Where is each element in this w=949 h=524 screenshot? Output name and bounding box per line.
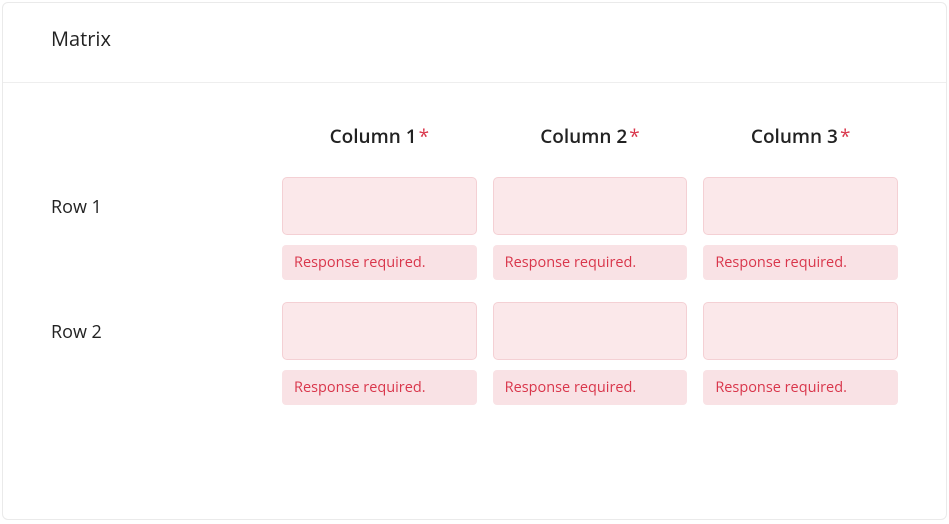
- required-star-icon: *: [629, 123, 639, 149]
- card-title: Matrix: [51, 25, 898, 52]
- cell-r2c3: Response required.: [703, 302, 898, 405]
- error-message: Response required.: [493, 370, 688, 405]
- matrix-body: Column 1* Column 2* Column 3* Row 1 Resp…: [3, 83, 946, 447]
- card-header: Matrix: [3, 3, 946, 83]
- column-label: Column 1: [330, 123, 417, 149]
- error-message: Response required.: [282, 245, 477, 280]
- error-message: Response required.: [493, 245, 688, 280]
- error-message: Response required.: [703, 245, 898, 280]
- error-message: Response required.: [703, 370, 898, 405]
- row-label-1: Row 1: [51, 177, 266, 219]
- column-label: Column 2: [540, 123, 627, 149]
- row-label-2: Row 2: [51, 302, 266, 344]
- matrix-input-r2c1[interactable]: [282, 302, 477, 360]
- cell-r1c3: Response required.: [703, 177, 898, 280]
- matrix-input-r1c1[interactable]: [282, 177, 477, 235]
- column-header-2: Column 2*: [493, 113, 688, 177]
- column-header-3: Column 3*: [703, 113, 898, 177]
- cell-r2c2: Response required.: [493, 302, 688, 405]
- matrix-grid: Column 1* Column 2* Column 3* Row 1 Resp…: [51, 113, 898, 427]
- required-star-icon: *: [840, 123, 850, 149]
- cell-r1c2: Response required.: [493, 177, 688, 280]
- matrix-input-r2c3[interactable]: [703, 302, 898, 360]
- column-header-1: Column 1*: [282, 113, 477, 177]
- cell-r1c1: Response required.: [282, 177, 477, 280]
- matrix-input-r1c2[interactable]: [493, 177, 688, 235]
- matrix-input-r1c3[interactable]: [703, 177, 898, 235]
- matrix-card: Matrix Column 1* Column 2* Column 3* Row…: [2, 2, 947, 520]
- required-star-icon: *: [419, 123, 429, 149]
- matrix-input-r2c2[interactable]: [493, 302, 688, 360]
- error-message: Response required.: [282, 370, 477, 405]
- cell-r2c1: Response required.: [282, 302, 477, 405]
- column-label: Column 3: [751, 123, 838, 149]
